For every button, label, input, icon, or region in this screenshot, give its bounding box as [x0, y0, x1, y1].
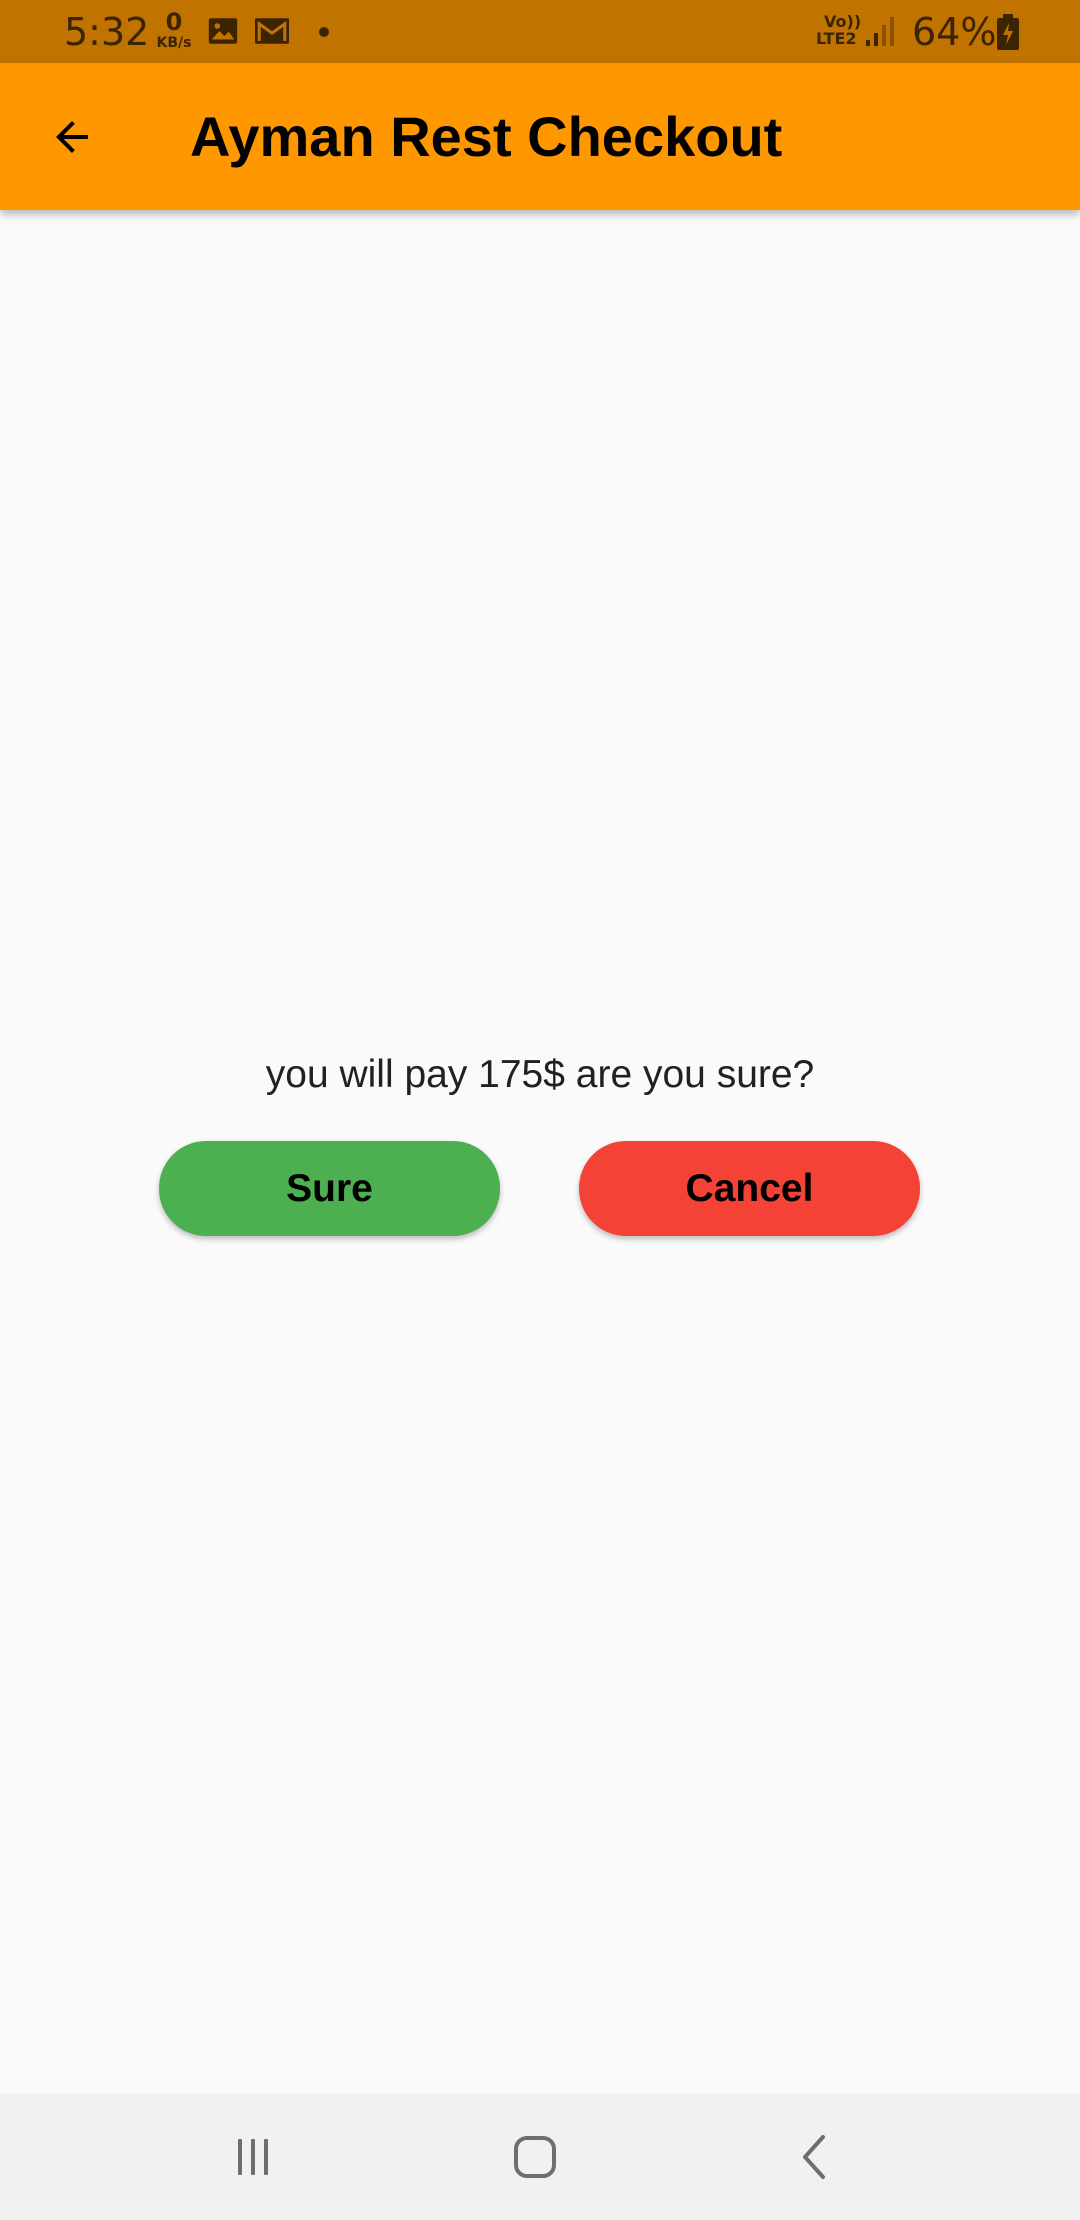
sure-button[interactable]: Sure — [159, 1141, 500, 1236]
back-icon — [803, 2134, 825, 2179]
network-speed: 0 KB/s — [152, 10, 196, 50]
back-button[interactable] — [32, 101, 112, 173]
confirmation-message: you will pay 175$ are you sure? — [265, 1053, 815, 1096]
arrow-back-icon — [56, 121, 88, 153]
status-bar: 5:32 0 KB/s Vo)) LTE2 64% — [0, 0, 1080, 63]
app-bar: Ayman Rest Checkout — [0, 63, 1080, 210]
home-button[interactable] — [485, 2109, 585, 2204]
battery-percent: 64% — [912, 10, 997, 54]
signal-icon — [866, 14, 898, 52]
network-speed-unit: KB/s — [156, 35, 192, 51]
page-title: Ayman Rest Checkout — [190, 105, 783, 168]
network-type: Vo)) LTE2 — [816, 13, 861, 48]
network-speed-value: 0 — [165, 8, 183, 36]
home-icon — [514, 2135, 556, 2178]
cancel-button[interactable]: Cancel — [579, 1141, 920, 1236]
lte-label: LTE2 — [816, 28, 857, 48]
recent-apps-button[interactable] — [203, 2109, 303, 2204]
image-icon — [206, 14, 240, 52]
navigation-bar — [0, 2093, 1080, 2220]
battery-charging-icon — [996, 14, 1020, 54]
gmail-icon — [253, 14, 291, 52]
notification-dot — [319, 27, 329, 37]
system-back-button[interactable] — [765, 2109, 865, 2204]
recent-apps-icon — [238, 2138, 268, 2175]
status-time: 5:32 — [64, 10, 150, 54]
